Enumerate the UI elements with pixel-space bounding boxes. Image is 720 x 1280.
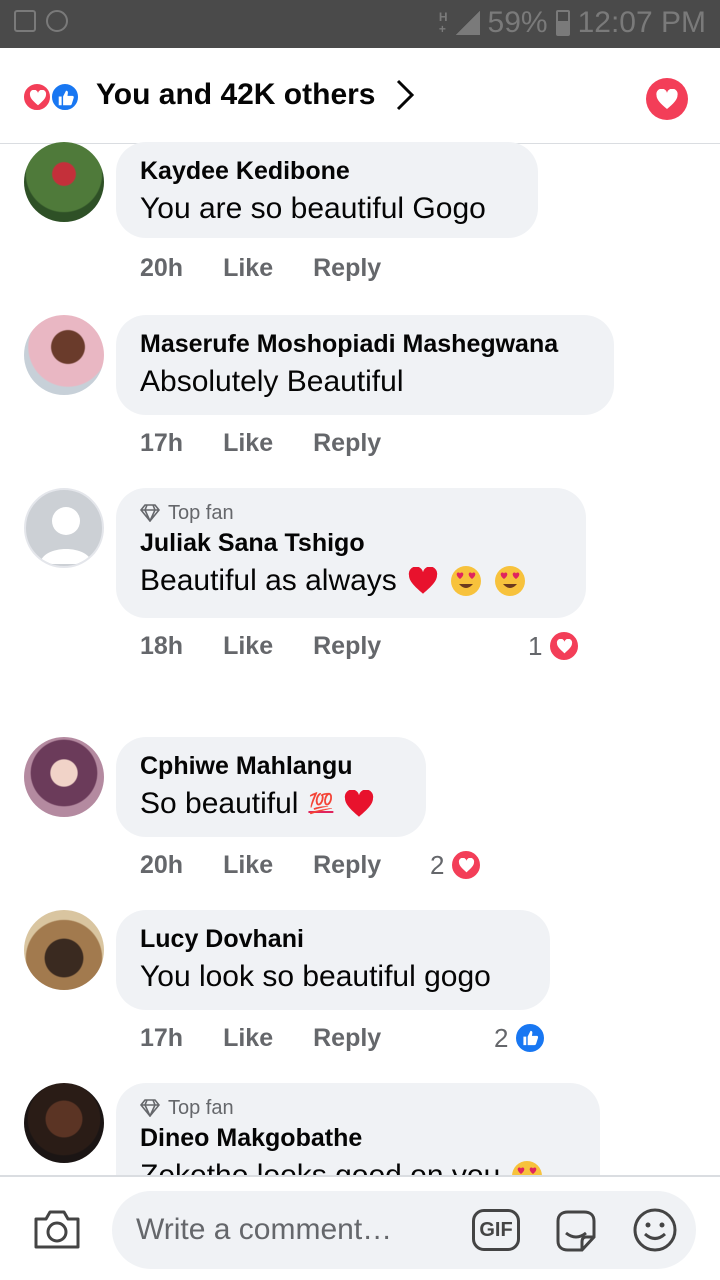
comment-time[interactable]: 20h [140,851,183,880]
comment-author[interactable]: Dineo Makgobathe [140,1121,576,1155]
emoji-icon[interactable] [632,1207,678,1253]
comment-author[interactable]: Juliak Sana Tshigo [140,526,562,560]
default-avatar-icon [40,507,92,564]
chevron-right-icon[interactable] [394,78,416,112]
comment-actions: 20h Like Reply [140,851,381,880]
red-heart-emoji-icon [408,567,437,594]
diamond-icon [140,1099,160,1117]
hundred-points-emoji-icon: 💯 [308,793,334,815]
heart-eyes-emoji-icon [494,566,525,596]
comment-actions: 17h Like Reply [140,429,381,458]
avatar[interactable] [24,737,104,817]
love-reaction-icon [450,849,483,881]
comment-author[interactable]: Maserufe Moshopiadi Mashegwana [140,327,590,361]
comment-time[interactable]: 17h [140,429,183,458]
clock: 12:07 PM [577,6,706,39]
reply-link[interactable]: Reply [313,1024,381,1053]
status-bar: H + 59% 12:07 PM [0,0,720,48]
comment-time[interactable]: 20h [140,254,183,283]
diamond-icon [140,504,160,522]
signal-icon [455,11,480,35]
comment-bubble: Kaydee Kedibone You are so beautiful Gog… [116,142,538,238]
comment-author[interactable]: Cphiwe Mahlangu [140,749,402,783]
reaction-count[interactable]: 2 [430,849,483,881]
gallery-notification-icon [14,10,36,32]
avatar[interactable] [24,315,104,395]
comment-text: You look so beautiful gogo [140,960,491,993]
camera-icon[interactable] [32,1207,82,1251]
comment-text: Beautiful as always [140,560,562,602]
avatar[interactable] [24,910,104,990]
reply-link[interactable]: Reply [313,429,381,458]
battery-icon [555,10,570,36]
comment-bubble: Maserufe Moshopiadi Mashegwana Absolutel… [116,315,614,415]
reaction-icons [22,82,84,112]
comment-actions: 17h Like Reply [140,1024,381,1053]
like-reaction-icon [50,82,80,112]
like-link[interactable]: Like [223,1024,273,1053]
comment-actions: 18h Like Reply [140,632,381,661]
love-button-icon[interactable] [646,78,688,120]
reply-link[interactable]: Reply [313,851,381,880]
reply-link[interactable]: Reply [313,254,381,283]
like-reaction-icon [514,1022,547,1054]
comment-composer: Write a comment… GIF [0,1175,720,1280]
top-fan-badge: Top fan [140,500,562,526]
comment-time[interactable]: 17h [140,1024,183,1053]
comment-input-placeholder: Write a comment… [136,1213,393,1246]
comment-text: Absolutely Beautiful [140,365,404,398]
like-link[interactable]: Like [223,254,273,283]
hs-network-icon: H + [438,10,448,36]
comment-bubble: Top fan Juliak Sana Tshigo Beautiful as … [116,488,586,618]
comment-actions: 20h Like Reply [140,254,381,283]
love-reaction-icon [22,82,52,112]
comment-text: You are so beautiful Gogo [140,192,486,225]
snapchat-notification-icon [46,10,68,32]
comment-input[interactable]: Write a comment… GIF [112,1191,696,1269]
avatar[interactable] [24,142,104,222]
like-link[interactable]: Like [223,429,273,458]
love-reaction-icon [548,630,581,662]
comment-time[interactable]: 18h [140,632,183,661]
like-link[interactable]: Like [223,632,273,661]
reaction-count[interactable]: 1 [528,630,581,662]
red-heart-emoji-icon [345,790,374,817]
sticker-icon[interactable] [552,1207,600,1255]
comment-bubble: Lucy Dovhani You look so beautiful gogo [116,910,550,1010]
avatar[interactable] [24,488,104,568]
top-fan-badge: Top fan [140,1095,576,1121]
gif-button[interactable]: GIF [472,1209,520,1251]
comment-bubble: Cphiwe Mahlangu So beautiful 💯 [116,737,426,837]
avatar[interactable] [24,1083,104,1163]
comments-sheet: You and 42K others Kaydee Kedibone You a… [0,48,720,1280]
comment-author[interactable]: Lucy Dovhani [140,922,526,956]
comment-text: So beautiful 💯 [140,783,402,825]
reactions-header[interactable]: You and 42K others [0,48,720,144]
battery-percent: 59% [487,6,548,39]
reaction-count[interactable]: 2 [494,1022,547,1054]
reply-link[interactable]: Reply [313,632,381,661]
reactions-summary[interactable]: You and 42K others [96,78,376,112]
comment-author[interactable]: Kaydee Kedibone [140,154,514,188]
like-link[interactable]: Like [223,851,273,880]
heart-eyes-emoji-icon [450,566,481,596]
